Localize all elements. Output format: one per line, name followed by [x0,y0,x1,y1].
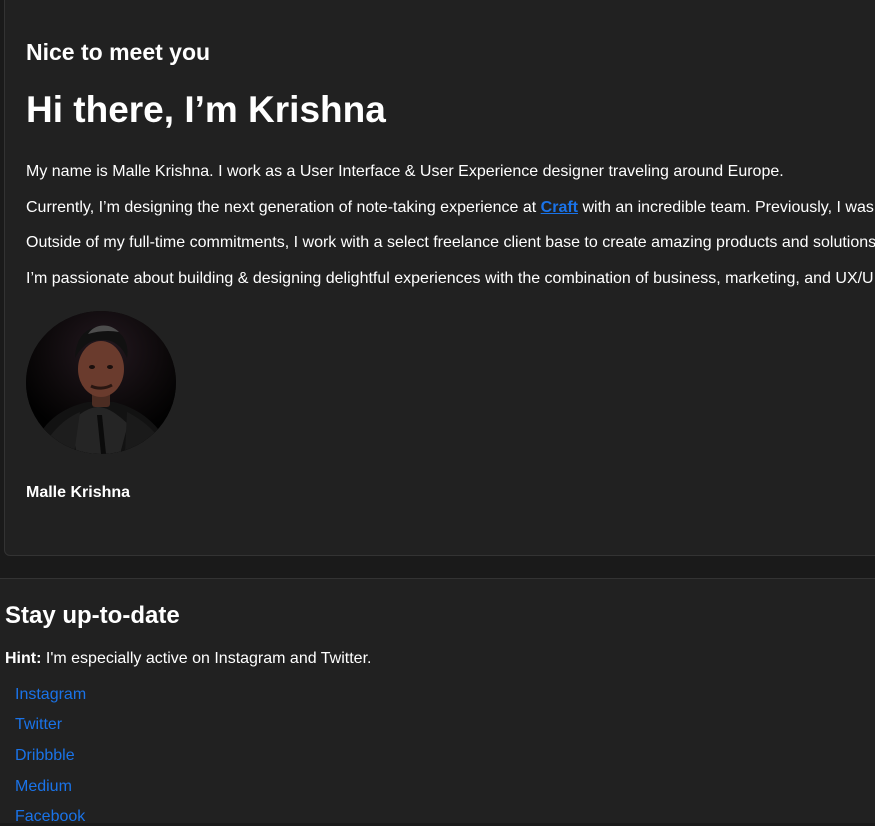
hint-label: Hint: [5,650,42,667]
twitter-link[interactable]: Twitter [15,716,62,734]
bio-previous-work-text: with an incredible team. Previously, I w… [578,199,874,216]
avatar [26,311,176,454]
facebook-link[interactable]: Facebook [15,808,85,826]
profile-photo-icon [26,311,176,454]
person-name: Malle Krishna [26,484,131,501]
social-section: Stay up-to-date Hint: I'm especially act… [0,579,875,826]
bio-paragraph-freelance: Outside of my full-time commitments, I w… [26,234,875,251]
instagram-link[interactable]: Instagram [15,686,86,704]
about-card: Nice to meet you Hi there, I’m Krishna M… [4,0,875,556]
about-eyebrow: Nice to meet you [26,39,211,65]
about-headline: Hi there, I’m Krishna [26,89,386,130]
hint-text: I'm especially active on Instagram and T… [41,650,372,667]
bio-paragraph-current-work: Currently, I’m designing the next genera… [26,198,874,218]
social-section-title: Stay up-to-date [5,602,180,629]
bio-paragraph-passion: I’m passionate about building & designin… [26,270,875,287]
craft-link[interactable]: Craft [541,199,578,216]
bio-paragraph-intro: My name is Malle Krishna. I work as a Us… [26,163,784,180]
social-hint: Hint: I'm especially active on Instagram… [5,650,371,668]
bio-current-work-text: Currently, I’m designing the next genera… [26,199,541,216]
medium-link[interactable]: Medium [15,778,72,796]
dribbble-link[interactable]: Dribbble [15,747,75,765]
